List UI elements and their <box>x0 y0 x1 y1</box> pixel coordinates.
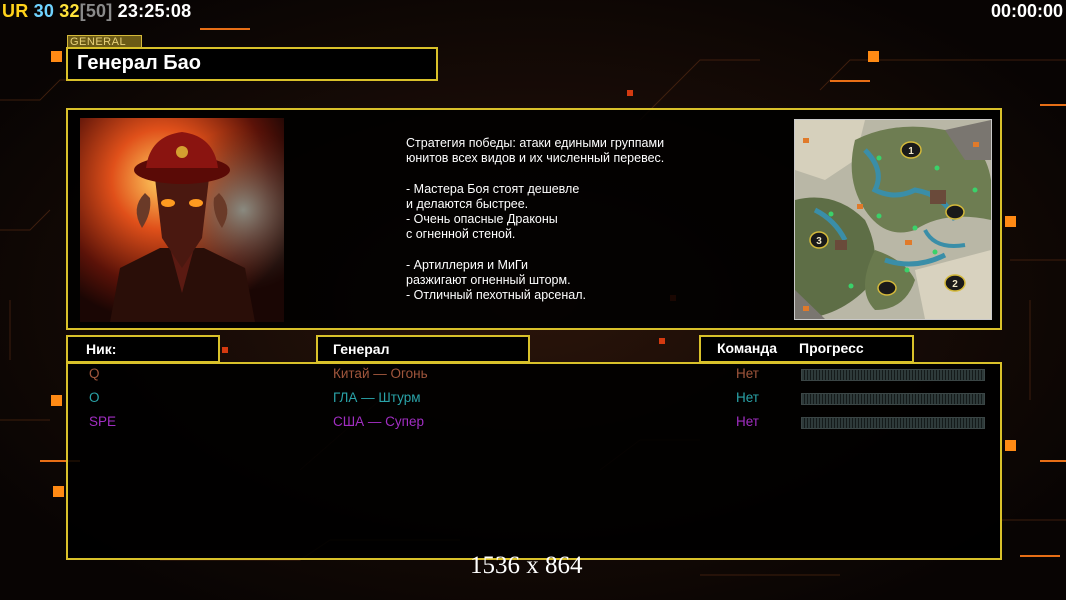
player-general: США — Супер <box>333 414 424 429</box>
desc-line: - Мастера Боя стоят дешевле <box>406 181 580 196</box>
map-preview[interactable]: 1 2 3 <box>794 119 992 320</box>
strategy-description: Стратегия победы: атаки едиными группами… <box>406 136 726 303</box>
desc-line: разжигают огненный шторм. <box>406 272 571 287</box>
start-position-1: 1 <box>908 146 914 157</box>
player-general: ГЛА — Штурм <box>333 390 421 405</box>
desc-line: - Артиллерия и МиГи <box>406 257 528 272</box>
player-general: Китай — Огонь <box>333 366 428 381</box>
elapsed-timer: 00:00:00 <box>990 1 1063 21</box>
desc-line: - Очень опасные Драконы <box>406 212 558 226</box>
player-team: Нет <box>736 366 759 381</box>
progress-column-label: Прогресс <box>799 340 864 356</box>
stat-c: [50] <box>79 1 113 21</box>
player-progress-bar <box>801 393 985 405</box>
start-position-3: 3 <box>816 236 822 247</box>
desc-line: юнитов всех видов и их численный перевес… <box>406 151 665 166</box>
general-portrait <box>80 118 284 322</box>
desc-line <box>406 242 726 257</box>
stat-b: 32 <box>59 1 80 21</box>
resolution-label: 1536 x 864 <box>470 552 583 579</box>
player-nick: SPE <box>89 414 117 429</box>
desc-line: с огненной стеной. <box>406 227 516 242</box>
player-row[interactable]: SPE США — Супер Нет <box>68 412 1000 434</box>
team-progress-column-header: Команда Прогресс <box>699 335 914 363</box>
ur-label: UR <box>2 1 29 21</box>
desc-line: - Отличный пехотный арсенал. <box>406 288 586 302</box>
stat-a: 30 <box>33 1 55 21</box>
start-position-2: 2 <box>952 279 958 290</box>
team-column-label: Команда <box>717 340 777 356</box>
player-nick: Q <box>89 366 100 381</box>
desc-line: и делаются быстрее. <box>406 196 529 211</box>
nick-column-header: Ник: <box>66 335 220 363</box>
player-row[interactable]: Q Китай — Огонь Нет <box>68 364 1000 386</box>
desc-line <box>406 166 726 181</box>
player-progress-bar <box>801 369 985 381</box>
player-nick: O <box>89 390 100 405</box>
hud-stats: UR 30 32[50] 23:25:08 <box>2 1 191 22</box>
nick-column-label: Ник: <box>86 341 117 357</box>
players-panel: Q Китай — Огонь Нет O ГЛА — Штурм Нет SP… <box>66 362 1002 560</box>
title-box: Генерал Бао <box>66 47 438 81</box>
general-info-panel: Стратегия победы: атаки едиными группами… <box>66 108 1002 330</box>
player-row[interactable]: O ГЛА — Штурм Нет <box>68 388 1000 410</box>
desc-line: Стратегия победы: атаки едиными группами <box>406 136 665 150</box>
general-column-header: Генерал <box>316 335 530 363</box>
player-team: Нет <box>736 414 759 429</box>
general-title: Генерал Бао <box>77 52 201 74</box>
general-column-label: Генерал <box>333 341 390 357</box>
player-progress-bar <box>801 417 985 429</box>
clock: 23:25:08 <box>117 1 192 21</box>
player-team: Нет <box>736 390 759 405</box>
